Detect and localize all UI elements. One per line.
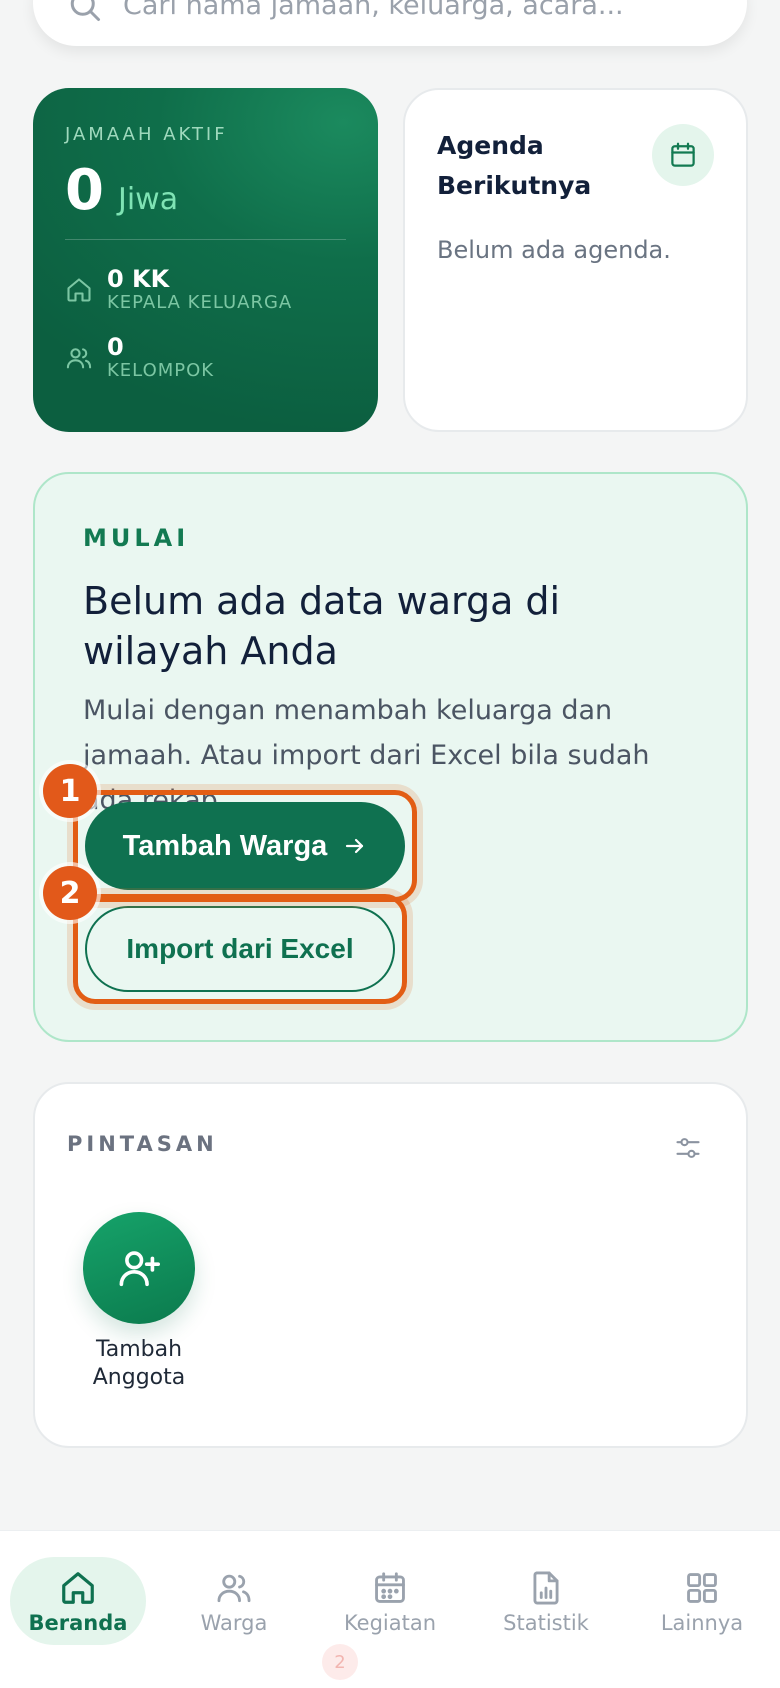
group-label: KELOMPOK bbox=[107, 360, 215, 381]
step-badge-2: 2 bbox=[43, 866, 97, 920]
member-unit: Jiwa bbox=[117, 182, 179, 217]
sliders-icon[interactable] bbox=[674, 1134, 702, 1162]
home-icon bbox=[67, 278, 91, 302]
search-input[interactable]: Cari nama jamaah, keluarga, acara... bbox=[123, 0, 624, 24]
nav-item-statistik[interactable]: Statistik bbox=[468, 1531, 624, 1688]
arrow-right-icon bbox=[346, 838, 364, 854]
group-value: 0 bbox=[107, 333, 124, 361]
grid-icon bbox=[687, 1573, 717, 1603]
calendar-icon bbox=[671, 142, 695, 167]
import-excel-label: Import dari Excel bbox=[126, 933, 354, 964]
file-chart-icon bbox=[533, 1571, 559, 1605]
kk-value: 0 KK bbox=[107, 265, 170, 293]
shortcut-add-member-label: Tambah Anggota bbox=[92, 1337, 186, 1390]
add-resident-button[interactable]: Tambah Warga bbox=[85, 802, 405, 890]
member-count: 0 bbox=[65, 158, 104, 223]
kk-label: KEPALA KELUARGA bbox=[107, 292, 293, 313]
active-members-card[interactable]: JAMAAH AKTIF 0 Jiwa 0 KK KEPALA KELUARGA… bbox=[33, 88, 378, 432]
faded-badge: 2 bbox=[322, 1644, 358, 1680]
group-row: 0 KELOMPOK bbox=[65, 334, 346, 382]
onboarding-heading: Belum ada data warga di wilayah Anda bbox=[83, 579, 561, 673]
add-resident-label: Tambah Warga bbox=[122, 829, 328, 862]
shortcuts-card: PINTASAN Tambah Anggota bbox=[33, 1082, 748, 1448]
import-excel-button[interactable]: Import dari Excel bbox=[85, 906, 395, 992]
nav-label-beranda: Beranda bbox=[28, 1611, 128, 1635]
agenda-title: Agenda Berikutnya bbox=[437, 131, 592, 200]
step-badge-1: 1 bbox=[43, 764, 97, 818]
nav-label-kegiatan: Kegiatan bbox=[343, 1611, 437, 1635]
stat-label: JAMAAH AKTIF bbox=[65, 124, 228, 145]
agenda-calendar-button[interactable] bbox=[652, 124, 714, 186]
calendar-icon bbox=[375, 1572, 405, 1603]
home-icon bbox=[62, 1572, 94, 1604]
user-plus-icon bbox=[119, 1251, 160, 1287]
shortcut-add-member[interactable]: Tambah Anggota bbox=[83, 1212, 195, 1392]
agenda-empty-text: Belum ada agenda. bbox=[437, 236, 671, 264]
search-icon bbox=[70, 0, 100, 21]
agenda-card[interactable]: Agenda Berikutnya Belum ada agenda. bbox=[403, 88, 748, 432]
nav-item-beranda[interactable]: Beranda bbox=[0, 1531, 156, 1688]
nav-label-lainnya: Lainnya bbox=[660, 1611, 744, 1635]
nav-label-statistik: Statistik bbox=[503, 1611, 589, 1635]
onboarding-kicker: MULAI bbox=[83, 524, 190, 552]
nav-item-lainnya[interactable]: Lainnya bbox=[624, 1531, 780, 1688]
kk-row: 0 KK KEPALA KELUARGA bbox=[65, 266, 346, 314]
nav-label-warga: Warga bbox=[200, 1611, 268, 1635]
search-bar[interactable]: Cari nama jamaah, keluarga, acara... bbox=[33, 0, 747, 46]
users-icon bbox=[66, 348, 92, 369]
users-icon bbox=[217, 1574, 251, 1603]
shortcut-add-member-circle[interactable] bbox=[83, 1212, 195, 1324]
bottom-nav: Beranda Warga Kegiatan Statistik Lainnya bbox=[0, 1530, 780, 1688]
nav-item-warga[interactable]: Warga bbox=[156, 1531, 312, 1688]
shortcuts-label: PINTASAN bbox=[67, 1132, 218, 1156]
stat-divider bbox=[65, 239, 346, 240]
onboarding-card: MULAI Belum ada data warga di wilayah An… bbox=[33, 472, 748, 1042]
